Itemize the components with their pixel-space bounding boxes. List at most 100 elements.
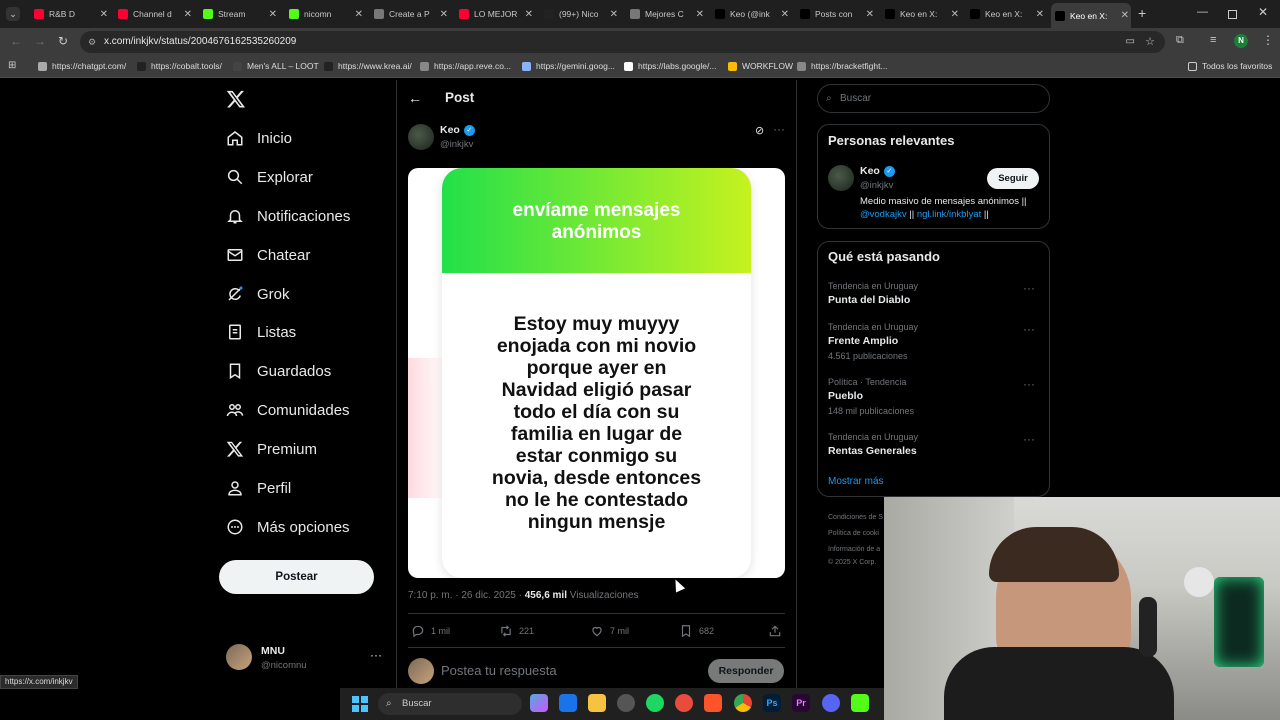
reply-input[interactable]: Postea tu respuesta [441, 663, 557, 678]
account-more-icon[interactable]: ··· [370, 648, 382, 662]
chrome-menu-icon[interactable]: ⋮ [1262, 33, 1274, 47]
extensions-icon[interactable]: ⧉ [1176, 34, 1184, 47]
bookmark-item[interactable]: https://cobalt.tools/ [137, 61, 222, 71]
search-input[interactable]: ⌕ Buscar [817, 84, 1050, 113]
browser-tab[interactable]: Keo en X: ✕ [966, 4, 1046, 24]
windows-start-icon[interactable] [352, 696, 368, 712]
tab-close-icon[interactable]: ✕ [781, 9, 789, 20]
nav-item-perfil[interactable]: Perfil [226, 474, 291, 502]
relevant-avatar[interactable] [828, 165, 854, 191]
post-more-icon[interactable]: ··· [773, 122, 785, 136]
browser-tab[interactable]: LO MEJOR ✕ [455, 4, 535, 24]
bio-url-link[interactable]: ngl.link/inkblyat [917, 209, 981, 220]
footer-link[interactable]: Política de cooki [828, 530, 879, 537]
tab-close-icon[interactable]: ✕ [696, 9, 704, 20]
browser-tab[interactable]: Keo (@ink ✕ [711, 4, 791, 24]
trend-item[interactable]: Tendencia en Uruguay Frente Amplio 4.561 p… [828, 322, 1043, 361]
tab-close-icon[interactable]: ✕ [184, 9, 192, 20]
trend-more-icon[interactable]: ··· [1023, 281, 1035, 295]
reply-action[interactable]: 1 mil [411, 624, 450, 638]
account-avatar[interactable] [226, 644, 252, 670]
follow-button[interactable]: Seguir [987, 168, 1039, 189]
bookmark-star-icon[interactable]: ☆ [1145, 31, 1155, 53]
bookmark-item[interactable]: https://bracketfight... [797, 61, 888, 71]
site-info-icon[interactable]: ⚙ [88, 31, 96, 53]
all-bookmarks-folder[interactable]: Todos los favoritos [1188, 61, 1272, 71]
nav-item-m-s-opciones[interactable]: Más opciones [226, 513, 350, 541]
trend-item[interactable]: Tendencia en Uruguay Punta del Diablo ··· [828, 281, 1043, 306]
apps-grid-icon[interactable]: ⊞ [8, 60, 16, 71]
footer-link[interactable]: Condiciones de S [828, 514, 883, 521]
bookmark-item[interactable]: https://gemini.goog... [522, 61, 615, 71]
bookmark-item[interactable]: https://chatgpt.com/ [38, 61, 126, 71]
browser-tab[interactable]: nicomn ✕ [285, 4, 365, 24]
obs-icon[interactable] [617, 694, 635, 712]
premiere-icon[interactable]: Pr [792, 694, 810, 712]
post-time[interactable]: 7:10 p. m. · 26 dic. 2025 · [408, 590, 522, 601]
post-button[interactable]: Postear [219, 560, 374, 594]
nav-item-comunidades[interactable]: Comunidades [226, 396, 350, 424]
tab-close-icon[interactable]: ✕ [866, 9, 874, 20]
install-app-icon[interactable]: ▭ [1126, 31, 1135, 53]
bookmark-item[interactable]: WORKFLOW [728, 61, 793, 71]
taskbar-search[interactable]: ⌕ Buscar [378, 693, 522, 715]
tab-close-icon[interactable]: ✕ [1121, 10, 1129, 21]
author-name-row[interactable]: Keo ✓ [440, 124, 475, 136]
close-window-button[interactable]: ✕ [1258, 5, 1268, 19]
tab-close-icon[interactable]: ✕ [100, 9, 108, 20]
profile-avatar[interactable]: N [1234, 34, 1248, 48]
nav-item-listas[interactable]: Listas [226, 318, 296, 346]
nav-item-grok[interactable]: Grok [226, 280, 290, 308]
relevant-name-row[interactable]: Keo ✓ [860, 165, 895, 177]
grok-icon[interactable]: ⊘ [755, 124, 764, 137]
reload-icon[interactable]: ↻ [58, 34, 68, 48]
nav-item-premium[interactable]: Premium [226, 435, 317, 463]
browser-tab[interactable]: (99+) Nico ✕ [540, 4, 620, 24]
trend-more-icon[interactable]: ··· [1023, 377, 1035, 391]
bookmark-action[interactable]: 682 [679, 624, 714, 638]
browser-tab[interactable]: Create a P ✕ [370, 4, 450, 24]
browser-tab[interactable]: Keo en X: ✕ [881, 4, 961, 24]
photoshop-icon[interactable]: Ps [763, 694, 781, 712]
tab-close-icon[interactable]: ✕ [1036, 9, 1044, 20]
bookmark-item[interactable]: https://labs.google/... [624, 61, 716, 71]
bookmark-item[interactable]: Men's ALL – LOOT [233, 61, 319, 71]
footer-link[interactable]: © 2025 X Corp. [828, 559, 876, 566]
x-logo-icon[interactable] [226, 89, 246, 114]
browser-tab[interactable]: Mejores C ✕ [626, 4, 706, 24]
outlook-icon[interactable] [559, 694, 577, 712]
media-controls-icon[interactable]: ≡ [1210, 34, 1216, 46]
tab-search-chevron-icon[interactable]: ⌄ [6, 7, 20, 21]
tab-close-icon[interactable]: ✕ [355, 9, 363, 20]
app-icon[interactable] [675, 694, 693, 712]
new-tab-button[interactable]: + [1138, 5, 1146, 21]
nav-item-chatear[interactable]: Chatear [226, 241, 310, 269]
trend-item[interactable]: Tendencia en Uruguay Rentas Generales ··· [828, 432, 1043, 457]
tab-close-icon[interactable]: ✕ [525, 9, 533, 20]
copilot-icon[interactable] [530, 694, 548, 712]
tab-close-icon[interactable]: ✕ [610, 9, 618, 20]
back-icon[interactable]: ← [10, 34, 22, 48]
reply-button[interactable]: Responder [708, 659, 784, 683]
browser-tab[interactable]: R&B D ✕ [30, 4, 110, 24]
kick-icon[interactable] [851, 694, 869, 712]
nav-item-inicio[interactable]: Inicio [226, 124, 292, 152]
trend-more-icon[interactable]: ··· [1023, 322, 1035, 336]
footer-link[interactable]: Información de a [828, 546, 880, 553]
back-arrow-icon[interactable]: ← [408, 90, 422, 106]
browser-tab[interactable]: Posts con ✕ [796, 4, 876, 24]
browser-tab[interactable]: Keo en X: ✕ [1051, 3, 1131, 28]
show-more-link[interactable]: Mostrar más [828, 476, 884, 487]
browser-tab[interactable]: Stream ✕ [199, 4, 279, 24]
bookmark-item[interactable]: https://www.krea.ai/ [324, 61, 412, 71]
forward-icon[interactable]: → [34, 34, 46, 48]
address-bar[interactable]: ⚙ x.com/inkjkv/status/200467616253526020… [80, 31, 1165, 53]
minimize-button[interactable]: — [1197, 6, 1208, 18]
tab-close-icon[interactable]: ✕ [269, 9, 277, 20]
chrome-icon[interactable] [734, 694, 752, 712]
trend-item[interactable]: Política · Tendencia Pueblo 148 mil public… [828, 377, 1043, 416]
repost-action[interactable]: 221 [499, 624, 534, 638]
tab-close-icon[interactable]: ✕ [440, 9, 448, 20]
nav-item-explorar[interactable]: Explorar [226, 163, 313, 191]
brave-icon[interactable] [704, 694, 722, 712]
